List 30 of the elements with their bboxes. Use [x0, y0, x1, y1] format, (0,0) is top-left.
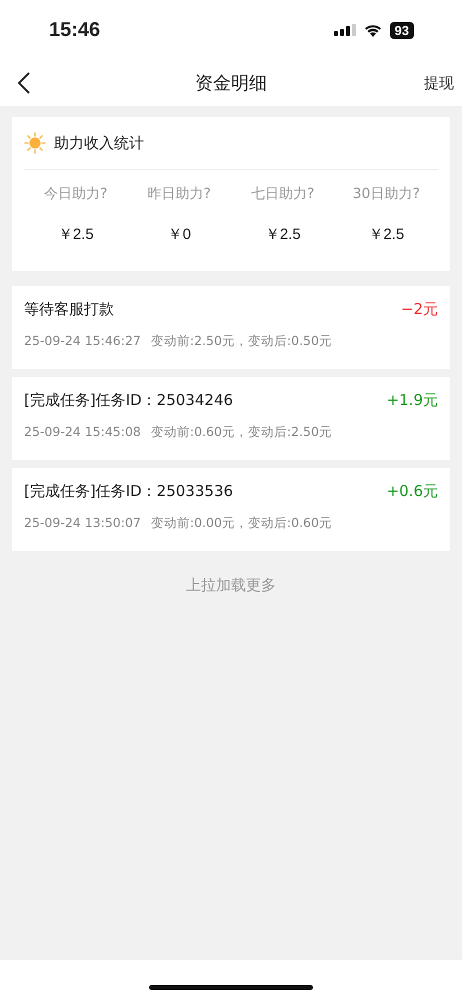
wifi-icon [364, 24, 382, 36]
balance-change: 变动前:0.60元，变动后:2.50元 [150, 424, 332, 441]
sun-icon [24, 132, 46, 154]
record-amount: −2元 [400, 300, 438, 319]
record-time: 25-09-24 13:50:07 [24, 515, 141, 532]
stat-label[interactable]: 30日助力? [352, 185, 420, 203]
stat-value: ￥2.5 [368, 225, 404, 244]
record-title: [完成任务]任务ID：25033536 [24, 482, 234, 501]
back-icon[interactable] [18, 72, 30, 94]
record-time: 25-09-24 15:45:08 [24, 424, 141, 441]
stat-label[interactable]: 今日助力? [44, 185, 108, 203]
balance-change: 变动前:0.00元，变动后:0.60元 [150, 515, 332, 532]
balance-change: 变动前:2.50元，变动后:0.50元 [150, 333, 332, 350]
stat-value: ￥2.5 [58, 225, 94, 244]
record-title: [完成任务]任务ID：25034246 [24, 391, 234, 410]
status-time: 15:46 [49, 18, 100, 42]
stats-title: 助力收入统计 [54, 134, 144, 152]
stat-label[interactable]: 昨日助力? [148, 185, 211, 203]
record-title: 等待客服打款 [24, 300, 114, 319]
page-title: 资金明细 [195, 72, 267, 95]
withdraw-link[interactable]: 提现 [424, 74, 454, 92]
stat-value: ￥2.5 [264, 225, 301, 244]
record-amount: +1.9元 [386, 391, 438, 410]
stat-value: ￥0 [168, 225, 191, 244]
record-time: 25-09-24 15:46:27 [24, 333, 141, 350]
signal-icon [334, 24, 356, 36]
stat-label[interactable]: 七日助力? [251, 185, 314, 203]
battery-level: 93 [390, 22, 414, 38]
record-amount: +0.6元 [386, 482, 438, 501]
load-more-hint: 上拉加载更多 [186, 576, 276, 595]
